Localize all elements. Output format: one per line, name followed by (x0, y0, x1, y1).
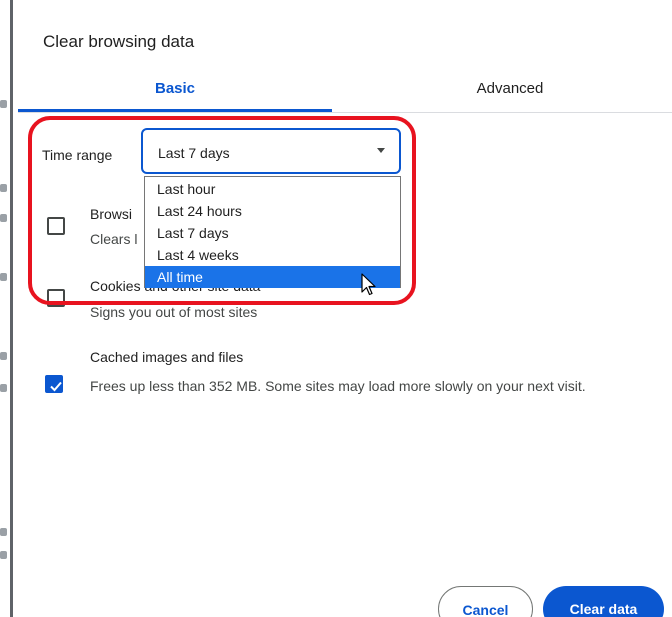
clear-data-button[interactable]: Clear data (543, 586, 664, 617)
chevron-down-icon (377, 148, 385, 153)
tab-advanced[interactable]: Advanced (348, 72, 672, 110)
option-last-7-days[interactable]: Last 7 days (145, 222, 400, 244)
cookies-description: Signs you out of most sites (90, 304, 258, 320)
background-fragment (0, 384, 7, 392)
background-fragment (0, 551, 7, 559)
browsing-history-description: Clears l (90, 231, 138, 247)
time-range-select[interactable]: Last 7 days (141, 128, 401, 174)
background-fragment (0, 352, 7, 360)
time-range-options-list: Last hour Last 24 hours Last 7 days Last… (144, 176, 401, 288)
time-range-selected-value: Last 7 days (158, 145, 230, 161)
cancel-button[interactable]: Cancel (438, 586, 533, 617)
cookies-checkbox[interactable] (47, 289, 65, 307)
background-fragment (0, 273, 7, 281)
cached-images-title: Cached images and files (90, 349, 244, 365)
clear-browsing-data-dialog: Clear browsing data Basic Advanced Time … (0, 0, 672, 617)
check-icon (50, 381, 62, 392)
mouse-pointer-icon (361, 273, 376, 296)
background-window-edge (0, 0, 8, 617)
tab-basic[interactable]: Basic (18, 72, 332, 110)
option-last-24-hours[interactable]: Last 24 hours (145, 200, 400, 222)
time-range-label: Time range (42, 147, 113, 163)
tabs-divider (18, 112, 672, 113)
browsing-history-checkbox[interactable] (47, 217, 65, 235)
browsing-history-title: Browsi (90, 206, 133, 222)
option-last-hour[interactable]: Last hour (145, 178, 400, 200)
background-fragment (0, 214, 7, 222)
background-fragment (0, 100, 7, 108)
cached-images-checkbox[interactable] (45, 375, 63, 393)
dialog-title: Clear browsing data (43, 32, 195, 51)
option-last-4-weeks[interactable]: Last 4 weeks (145, 244, 400, 266)
background-fragment (0, 528, 7, 536)
background-fragment (0, 184, 7, 192)
background-window-border (10, 0, 13, 617)
cached-images-description: Frees up less than 352 MB. Some sites ma… (90, 378, 586, 394)
tab-bar: Basic Advanced (18, 72, 672, 113)
